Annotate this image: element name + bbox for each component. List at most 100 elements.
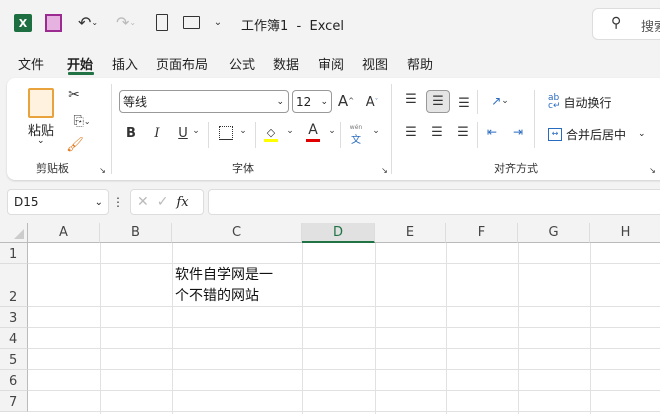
column-header-e[interactable]: E (375, 223, 446, 243)
chevron-down-icon: ⌄ (320, 96, 328, 107)
increase-indent-icon[interactable]: ⇥ (510, 125, 526, 139)
name-box[interactable]: D15 ⌄ (7, 189, 109, 215)
font-name-select[interactable]: 等线 ⌄ (119, 90, 289, 113)
tab-view[interactable]: 视图 (362, 54, 388, 73)
align-right-icon[interactable]: ☰ (455, 125, 471, 140)
row-header-7[interactable]: 7 (0, 391, 28, 412)
open-folder-icon[interactable] (183, 16, 200, 29)
phonetic-bottom: 文 (351, 135, 361, 146)
column-header-f[interactable]: F (446, 223, 518, 243)
align-left-icon[interactable]: ☰ (403, 125, 419, 140)
chevron-down-icon: ⌄ (638, 129, 646, 139)
formula-input[interactable] (208, 189, 660, 215)
fill-color-swatch (264, 139, 278, 142)
cell-c2-line2: 个不错的网站 (175, 288, 259, 304)
borders-icon[interactable] (219, 126, 233, 140)
undo-icon[interactable]: ↶ ⌄ (75, 12, 101, 32)
column-header-g[interactable]: G (518, 223, 590, 243)
search-placeholder: 搜索 (641, 20, 660, 35)
row-header-1[interactable]: 1 (0, 243, 28, 264)
font-size-select[interactable]: 12 ⌄ (292, 90, 332, 113)
column-header-d[interactable]: D (302, 223, 375, 243)
merge-center-icon: ↔ (548, 127, 562, 141)
column-header-a[interactable]: A (28, 223, 100, 243)
search-icon: ⚲ (611, 15, 622, 31)
name-box-value: D15 (14, 195, 39, 209)
tab-home[interactable]: 开始 (67, 54, 93, 73)
column-header-b[interactable]: B (100, 223, 172, 243)
tab-review[interactable]: 审阅 (318, 54, 344, 73)
insert-function-icon[interactable]: fx (176, 195, 188, 210)
formula-buttons: ✕ ✓ fx (130, 189, 204, 215)
italic-button[interactable]: I (150, 124, 164, 142)
orientation-icon[interactable]: ↗ ⌄ (484, 92, 516, 110)
decrease-indent-icon[interactable]: ⇤ (484, 125, 500, 139)
cell-c2[interactable]: 软件自学网是一 个不错的网站 (175, 265, 301, 307)
tab-file[interactable]: 文件 (18, 54, 44, 73)
select-all-button[interactable] (0, 223, 28, 243)
row-header-5[interactable]: 5 (0, 349, 28, 370)
copy-icon[interactable]: ⎘ ⌄ (66, 112, 98, 130)
tab-help[interactable]: 帮助 (407, 54, 433, 73)
shrink-font-icon: A (365, 94, 375, 110)
row-header-4[interactable]: 4 (0, 328, 28, 349)
merge-center-button[interactable]: ↔ 合并后居中 ⌄ (548, 124, 646, 144)
paste-dropdown-icon: ⌄ (37, 136, 45, 146)
phonetic-top: wén (349, 124, 363, 131)
new-document-icon[interactable] (156, 14, 168, 31)
enter-icon[interactable]: ✓ (157, 194, 169, 210)
align-center-icon[interactable]: ☰ (429, 125, 445, 140)
phonetic-dropdown-icon[interactable]: ⌄ (371, 126, 381, 136)
merge-center-label: 合并后居中 (566, 127, 627, 142)
grow-font-icon: A (337, 92, 349, 110)
tab-formulas[interactable]: 公式 (229, 54, 255, 73)
wrap-text-icon: ab c↵ (548, 93, 561, 111)
tab-data[interactable]: 数据 (273, 54, 299, 73)
row-header-3[interactable]: 3 (0, 307, 28, 328)
row-header-6[interactable]: 6 (0, 370, 28, 391)
align-top-icon[interactable]: ☰ (403, 92, 419, 107)
row-header-2[interactable]: 2 (0, 264, 28, 307)
alignment-launcher-icon[interactable]: ↘ (648, 166, 657, 175)
shrink-font-button[interactable]: Aˇ (363, 93, 381, 111)
font-group-label: 字体 (232, 162, 254, 175)
clipboard-group-label: 剪贴板 (36, 162, 69, 175)
clipboard-launcher-icon[interactable]: ↘ (98, 166, 107, 175)
font-name-value: 等线 (123, 95, 148, 109)
phonetic-guide-button[interactable]: wén 文 (348, 124, 364, 146)
fill-color-icon[interactable]: ◇ (264, 124, 278, 140)
tab-insert[interactable]: 插入 (112, 54, 138, 73)
bold-button[interactable]: B (124, 124, 138, 142)
cut-icon[interactable]: ✂ (66, 86, 82, 104)
font-color-swatch (306, 139, 320, 142)
more-options-icon[interactable]: ⋮ (112, 194, 124, 210)
tab-page-layout[interactable]: 页面布局 (156, 54, 208, 73)
excel-logo-icon: X (14, 14, 32, 32)
search-box[interactable]: ⚲ 搜索 (592, 8, 660, 40)
alignment-group-label: 对齐方式 (494, 162, 538, 175)
wrap-text-button[interactable]: ab c↵ 自动换行 (548, 92, 612, 112)
font-color-dropdown-icon[interactable]: ⌄ (327, 126, 337, 136)
underline-dropdown-icon[interactable]: ⌄ (191, 126, 201, 136)
borders-dropdown-icon[interactable]: ⌄ (238, 126, 248, 136)
paste-icon (28, 88, 54, 118)
customize-toolbar-icon[interactable]: ⌄ (212, 14, 224, 30)
align-bottom-icon[interactable]: ☰ (456, 96, 472, 111)
cell-c2-line1: 软件自学网是一 (175, 267, 273, 283)
fill-color-dropdown-icon[interactable]: ⌄ (285, 126, 295, 136)
underline-button[interactable]: U (176, 124, 190, 142)
font-color-icon[interactable]: A (306, 122, 320, 138)
worksheet-grid[interactable]: A B C D E F G H 1 2 3 4 5 6 7 软件自学网是一 个不… (0, 223, 660, 414)
grow-font-button[interactable]: A ^ (337, 91, 355, 111)
cancel-icon[interactable]: ✕ (137, 194, 149, 210)
redo-icon[interactable]: ↷ ⌄ (113, 12, 139, 32)
font-launcher-icon[interactable]: ↘ (380, 166, 389, 175)
align-middle-icon[interactable]: ☰ (426, 90, 450, 113)
active-tab-indicator (68, 72, 94, 75)
window-title: 工作簿1 - Excel (241, 19, 344, 34)
wrap-text-label: 自动换行 (563, 95, 612, 110)
format-painter-icon[interactable]: 🖌 (66, 136, 84, 154)
column-header-h[interactable]: H (590, 223, 660, 243)
save-icon[interactable] (45, 14, 62, 32)
column-header-c[interactable]: C (172, 223, 302, 243)
